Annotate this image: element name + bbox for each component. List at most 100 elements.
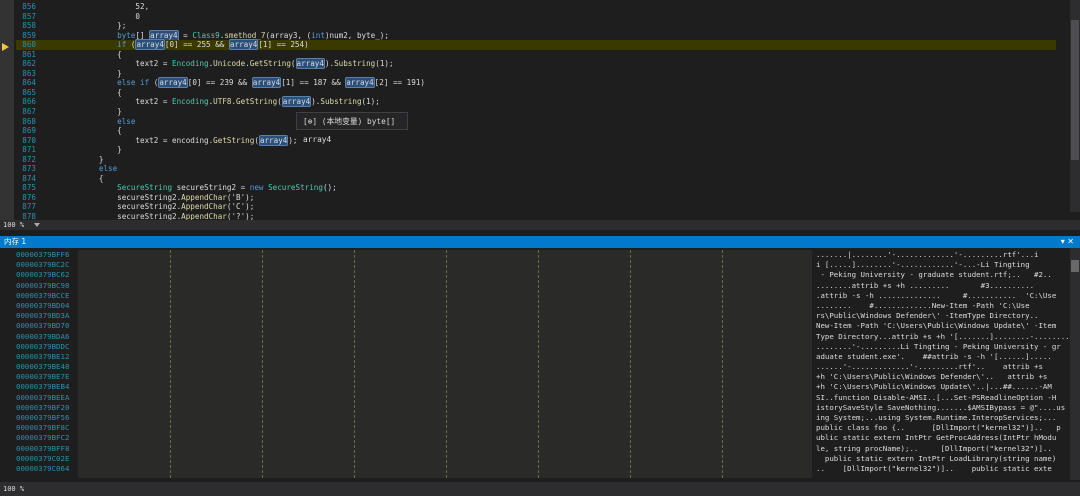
code-lines: 856 52, 857 0 858 }; 859 byte[] array4 = Cl… bbox=[16, 2, 1056, 220]
code-text: { bbox=[44, 126, 122, 136]
code-text: else bbox=[98, 164, 118, 174]
code-line[interactable]: 860 if (array4[0] == 255 && array4[1] ==… bbox=[16, 39, 1056, 51]
line-number: 878 bbox=[22, 212, 36, 220]
ascii-column: .......|........'-.............'-.......… bbox=[816, 250, 1070, 474]
line-number: 874 bbox=[22, 173, 36, 183]
code-text: } bbox=[44, 145, 122, 155]
memory-address: 00000379BDDC bbox=[16, 341, 70, 351]
memory-address: 00000379C02E bbox=[16, 453, 70, 463]
editor-zoom-level[interactable]: 100 % bbox=[3, 221, 24, 229]
memory-address: 00000379BC2C bbox=[16, 260, 70, 270]
memory-address: 00000379BEB4 bbox=[16, 382, 70, 392]
hex-column-divider bbox=[262, 250, 263, 478]
memory-ascii-text: SI..function Disable-AMSI..[...Set-PSRea… bbox=[816, 392, 1057, 402]
memory-address: 00000379BE48 bbox=[16, 362, 70, 372]
code-text: secureString2.AppendChar('C'); bbox=[44, 202, 255, 212]
memory-address: 00000379BFF8 bbox=[16, 443, 70, 453]
variable-tooltip: [⊕] (本地变量) byte[] array4 bbox=[296, 112, 408, 144]
memory-ascii-text: New-Item -Path 'C:\Users\Public\Windows … bbox=[816, 321, 1057, 331]
code-text: text2 = Encoding.Unicode.GetString(array… bbox=[44, 58, 394, 70]
code-line[interactable]: 857 0 bbox=[16, 12, 1056, 22]
line-number: 869 bbox=[22, 126, 36, 136]
line-number: 872 bbox=[22, 154, 36, 164]
memory-address: 00000379BFC2 bbox=[16, 433, 70, 443]
line-number: 856 bbox=[22, 2, 36, 11]
code-line[interactable]: 874 { bbox=[16, 174, 1056, 184]
hex-column-divider bbox=[630, 250, 631, 478]
code-line[interactable]: 873 else bbox=[16, 164, 1056, 174]
memory-address: 00000379BEEA bbox=[16, 392, 70, 402]
memory-ascii-text: ......'-.............'-.........rtf'.. a… bbox=[816, 362, 1043, 372]
memory-ascii-text: public static extern IntPtr LoadLibrary(… bbox=[816, 453, 1057, 463]
memory-ascii-text: Type Directory...attrib +s +h '[.......]… bbox=[816, 331, 1070, 341]
code-line[interactable]: 862 text2 = Encoding.Unicode.GetString(a… bbox=[16, 58, 1056, 70]
chevron-down-icon[interactable] bbox=[34, 223, 40, 227]
code-text: } bbox=[44, 107, 122, 117]
memory-address: 00000379BD04 bbox=[16, 300, 70, 310]
code-line[interactable]: 864 else if (array4[0] == 239 && array4[… bbox=[16, 77, 1056, 89]
code-line[interactable]: 871 } bbox=[16, 145, 1056, 155]
memory-ascii-text: ublic static extern IntPtr GetProcAddres… bbox=[816, 433, 1057, 443]
editor-vertical-scrollbar[interactable] bbox=[1070, 0, 1080, 212]
hex-bytes-area[interactable] bbox=[78, 250, 812, 478]
line-number: 865 bbox=[22, 87, 36, 97]
line-number: 877 bbox=[22, 202, 36, 212]
memory-zoom-bar: 100 % bbox=[0, 482, 1080, 496]
breakpoint-gutter[interactable] bbox=[0, 0, 14, 220]
address-column: 00000379BFF6 00000379BC2C 00000379BC62 0000… bbox=[16, 250, 76, 474]
memory-panel-title: 内存 1 bbox=[4, 237, 27, 246]
memory-ascii-text: .. [DllImport("kernel32")].. public stat… bbox=[816, 463, 1052, 473]
code-text: text2 = Encoding.UTF8.GetString(array4).… bbox=[44, 96, 380, 108]
code-line[interactable]: 868 else bbox=[16, 117, 1056, 127]
line-number: 867 bbox=[22, 107, 36, 117]
line-number: 857 bbox=[22, 11, 36, 21]
code-text: secureString2.AppendChar('?'); bbox=[44, 212, 255, 220]
code-line[interactable]: 869 { bbox=[16, 126, 1056, 136]
code-line[interactable]: 870 text2 = encoding.GetString(array4); bbox=[16, 134, 1056, 146]
code-line[interactable]: 872 } bbox=[16, 155, 1056, 165]
editor-scroll-thumb[interactable] bbox=[1071, 20, 1079, 160]
hex-column-divider bbox=[354, 250, 355, 478]
code-line[interactable]: 876 secureString2.AppendChar('B'); bbox=[16, 193, 1056, 203]
memory-address: 00000379BC62 bbox=[16, 270, 70, 280]
hex-column-divider bbox=[722, 250, 723, 478]
code-text: else bbox=[117, 116, 136, 126]
line-number: 861 bbox=[22, 49, 36, 59]
line-number: 859 bbox=[22, 30, 36, 40]
line-number: 873 bbox=[22, 164, 36, 174]
memory-ascii-text: aduate student.exe'. ##attrib -s -h '[..… bbox=[816, 351, 1052, 361]
memory-view[interactable]: 00000379BFF6 00000379BC2C 00000379BC62 0000… bbox=[0, 248, 1080, 480]
code-text: { bbox=[44, 49, 122, 59]
memory-vertical-scrollbar[interactable] bbox=[1070, 248, 1080, 480]
code-line[interactable]: 856 52, bbox=[16, 2, 1056, 12]
memory-zoom-level[interactable]: 100 % bbox=[3, 485, 24, 493]
panel-window-buttons[interactable]: ▾ ✕ bbox=[1061, 236, 1074, 248]
code-line[interactable]: 877 secureString2.AppendChar('C'); bbox=[16, 202, 1056, 212]
memory-address: 00000379BE12 bbox=[16, 351, 70, 361]
code-line[interactable]: 859 byte[] array4 = Class9.smethod_7(arr… bbox=[16, 29, 1056, 41]
line-number: 875 bbox=[22, 183, 36, 193]
code-text: 0 bbox=[44, 11, 141, 21]
memory-scroll-thumb[interactable] bbox=[1071, 260, 1079, 272]
code-editor[interactable]: 856 52, 857 0 858 }; 859 byte[] array4 = Cl… bbox=[0, 0, 1080, 220]
code-line[interactable]: 867 } bbox=[16, 107, 1056, 117]
code-text: byte[] array4 = Class9.smethod_7(array3,… bbox=[117, 29, 389, 41]
line-number: 870 bbox=[22, 135, 36, 145]
memory-ascii-text: ing System;...using System.Runtime.Inter… bbox=[816, 413, 1057, 422]
code-text: } bbox=[44, 68, 122, 78]
code-line[interactable]: 866 text2 = Encoding.UTF8.GetString(arra… bbox=[16, 96, 1056, 108]
code-text: } bbox=[44, 154, 104, 164]
line-number: 863 bbox=[22, 68, 36, 78]
line-number: 866 bbox=[22, 97, 36, 107]
code-line[interactable]: 878 secureString2.AppendChar('?'); bbox=[16, 212, 1056, 220]
memory-address: 00000379BFF6 bbox=[16, 250, 70, 259]
memory-address: 00000379BDA6 bbox=[16, 331, 70, 341]
code-line[interactable]: 861 { bbox=[16, 50, 1056, 60]
memory-ascii-text: ........'-.........Li Tingting - Peking … bbox=[816, 341, 1061, 351]
code-line[interactable]: 875 SecureString secureString2 = new Sec… bbox=[16, 183, 1056, 193]
memory-ascii-text: +h 'C:\Users\Public\Windows Update\'..|.… bbox=[816, 382, 1052, 392]
memory-address: 00000379BD3A bbox=[16, 311, 70, 321]
memory-ascii-text: rs\Public\Windows Defender\' -ItemType D… bbox=[816, 311, 1039, 321]
code-text: SecureString secureString2 = new SecureS… bbox=[117, 183, 337, 193]
memory-address: 00000379BC98 bbox=[16, 280, 70, 290]
